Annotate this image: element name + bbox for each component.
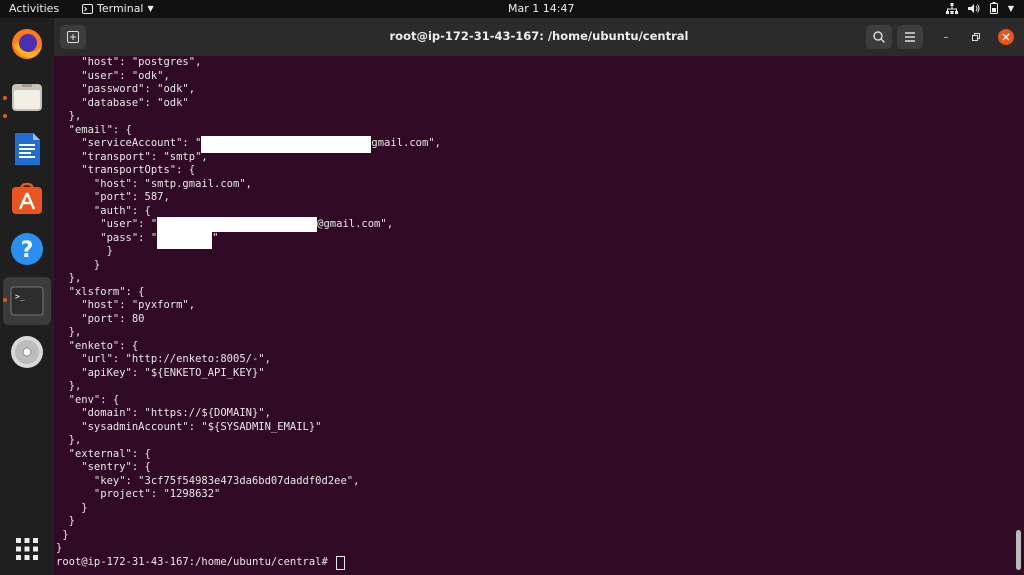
terminal-line: "transport": "smtp", [56,150,208,163]
libreoffice-writer-icon[interactable] [9,131,45,167]
redacted-block [157,230,213,249]
menu-button[interactable] [897,25,923,49]
app-menu-chevron-icon: ▼ [147,4,154,13]
terminal-line: "key": "3cf75f54983e473da6bd07daddf0d2ee… [56,474,360,487]
running-indicator [3,114,7,118]
svg-text:?: ? [21,238,34,263]
terminal-line: }, [56,272,82,284]
ubuntu-software-icon[interactable] [9,181,45,217]
terminal-output[interactable]: "host": "postgres", "user": "odk", "pass… [56,56,1016,575]
terminal-line: }, [56,110,82,122]
hamburger-icon [905,32,915,42]
clock[interactable]: Mar 1 14:47 [508,2,574,15]
terminal-line: "host": "pyxform", [56,299,196,311]
volume-icon [967,3,980,13]
activities-button[interactable]: Activities [9,2,59,15]
terminal-line: "project": "1298632" [56,488,221,500]
files-icon[interactable] [9,79,45,115]
maximize-button[interactable] [968,29,984,45]
terminal-line: "xlsform": { [56,285,145,298]
shell-prompt: root@ip-172-31-43-167:/home/ubuntu/centr… [56,555,335,568]
help-icon[interactable]: ? [9,231,45,267]
terminal-line: "sysadminAccount": "${SYSADMIN_EMAIL}" [56,420,322,433]
terminal-line: "auth": { [56,204,151,217]
running-indicator [3,298,7,302]
terminal-line: "domain": "https://${DOMAIN}", [56,407,271,419]
terminal-line: }, [56,434,82,446]
close-icon [1002,33,1010,41]
terminal-line: } [56,245,113,257]
svg-text:>_: >_ [15,292,25,301]
system-menu-chevron-icon: ▼ [1007,3,1014,13]
terminal-line: "url": "http://enketo:8005/-", [56,353,271,365]
terminal-line: "database": "odk" [56,96,189,109]
terminal-line: "user": "odk", [56,69,170,82]
terminal-icon[interactable]: >_ [9,283,45,319]
redacted-block [201,136,372,153]
show-applications-icon[interactable] [9,531,45,567]
system-tray[interactable]: ▼ [945,2,1014,14]
app-menu-label: Terminal [97,2,144,15]
terminal-line: }, [56,380,82,392]
minimize-button[interactable]: – [938,29,954,45]
firefox-icon[interactable] [9,26,45,62]
restore-icon [972,33,980,41]
terminal-line: "port": 80 [56,312,145,325]
terminal-scrollbar[interactable] [1016,530,1021,570]
shell-prompt-line[interactable]: root@ip-172-31-43-167:/home/ubuntu/centr… [56,555,346,570]
terminal-header-bar: root@ip-172-31-43-167: /home/ubuntu/cent… [54,18,1024,56]
terminal-line: "transportOpts": { [56,164,196,176]
terminal-line: "port": 587, [56,191,170,203]
terminal-line: "env": { [56,393,120,406]
network-icon [945,2,958,14]
terminal-line: "password": "odk", [56,83,196,95]
terminal-line: "host": "smtp.gmail.com", [56,177,252,190]
terminal-line: } [56,258,101,271]
search-button[interactable] [866,25,892,49]
running-indicator [3,96,7,100]
terminal-line: } [56,515,75,527]
terminal-line-service-account: "serviceAccount": " gmail.com", [56,136,441,153]
terminal-line: }, [56,326,82,338]
terminal-line: } [56,501,88,514]
search-icon [873,31,885,43]
disc-icon[interactable] [9,334,45,370]
dock: ? >_ [0,18,54,575]
terminal-line-pass: "pass": " " [56,230,218,249]
terminal-line: "sentry": { [56,461,151,473]
terminal-line: "email": { [56,123,132,136]
terminal-line: } [56,542,63,554]
terminal-line: "external": { [56,447,151,460]
terminal-app-icon [82,3,93,14]
top-bar: Activities Terminal ▼ Mar 1 14:47 ▼ [0,0,1024,18]
terminal-line: "apiKey": "${ENKETO_API_KEY}" [56,366,265,379]
terminal-line-user: "user": " @gmail.com", [56,217,394,232]
minimize-icon: – [943,31,949,43]
battery-icon [989,2,998,14]
terminal-line: } [56,528,69,541]
terminal-line: "enketo": { [56,339,139,352]
text-cursor [336,555,346,570]
close-button[interactable] [998,29,1014,45]
terminal-line: "host": "postgres", [56,56,202,68]
app-menu[interactable]: Terminal ▼ [82,2,154,15]
